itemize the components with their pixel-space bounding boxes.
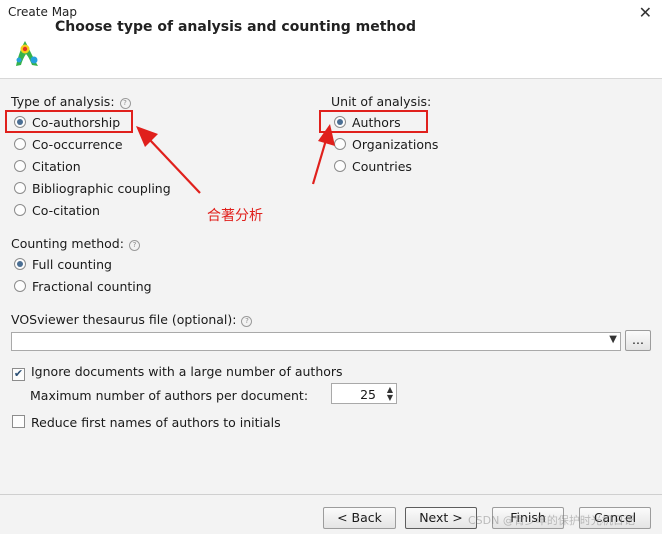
radio-button[interactable]	[14, 280, 26, 292]
annotation-arrow-left	[149, 139, 201, 194]
chevron-down-icon[interactable]: ▼	[609, 334, 617, 345]
thesaurus-group: VOSviewer thesaurus file (optional):?	[11, 312, 253, 327]
annotation-label: 合著分析	[207, 208, 263, 224]
radio-full-counting[interactable]: Full counting	[14, 257, 152, 275]
next-button[interactable]: Next >	[405, 507, 477, 529]
radio-fractional-counting[interactable]: Fractional counting	[14, 279, 152, 297]
max-authors-value: 25	[360, 387, 376, 402]
ignore-documents-checkbox-row[interactable]: ✔ Ignore documents with a large number of…	[12, 364, 343, 382]
counting-method-group: Counting method:?	[11, 236, 140, 251]
max-authors-spinner[interactable]: 25 ▲ ▼	[331, 383, 397, 404]
spin-down-icon[interactable]: ▼	[387, 394, 393, 402]
watermark: CSDN @青少年的保护时光机日记	[468, 514, 635, 527]
annotation-arrowhead-right	[318, 124, 335, 146]
browse-button[interactable]: ...	[625, 330, 651, 351]
reduce-names-label: Reduce first names of authors to initial…	[31, 415, 281, 430]
counting-method-options: Full counting Fractional counting	[14, 257, 152, 297]
back-button[interactable]: < Back	[323, 507, 396, 529]
help-icon[interactable]: ?	[128, 240, 140, 251]
thesaurus-label: VOSviewer thesaurus file (optional):	[11, 312, 237, 327]
help-icon[interactable]: ?	[241, 316, 253, 327]
radio-button-checked[interactable]	[14, 258, 26, 270]
checkmark-icon[interactable]: ✔	[12, 368, 25, 381]
annotation-arrow-right	[311, 139, 328, 185]
max-authors-label: Maximum number of authors per document:	[30, 388, 309, 403]
footer-divider	[0, 494, 662, 495]
reduce-names-checkbox[interactable]	[12, 415, 25, 428]
ignore-documents-label: Ignore documents with a large number of …	[31, 364, 343, 379]
thesaurus-file-combobox[interactable]: ▼	[11, 332, 621, 351]
reduce-names-checkbox-row[interactable]: Reduce first names of authors to initial…	[12, 415, 281, 433]
counting-method-label: Counting method:	[11, 236, 124, 251]
